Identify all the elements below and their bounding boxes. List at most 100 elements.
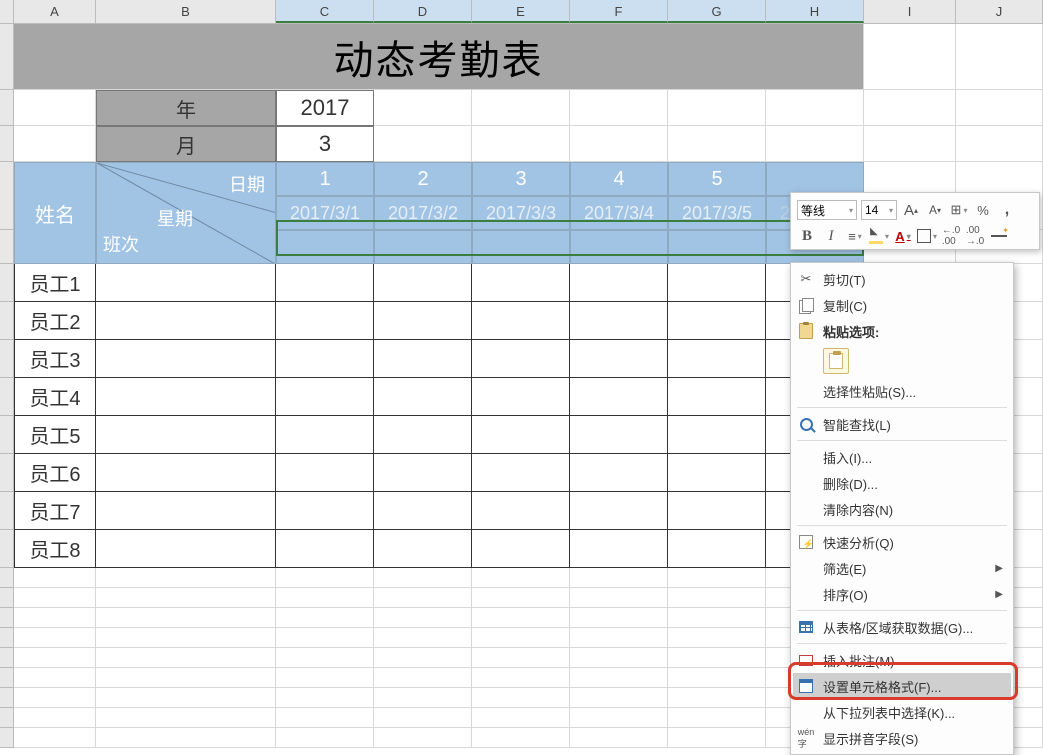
cell[interactable]	[374, 530, 472, 568]
col-header-D[interactable]: D	[374, 0, 472, 23]
col-header-J[interactable]: J	[956, 0, 1043, 23]
employee-name[interactable]: 员工5	[14, 416, 96, 454]
menu-cut[interactable]: 剪切(T)	[793, 266, 1011, 292]
cell[interactable]	[374, 608, 472, 628]
cell[interactable]	[14, 648, 96, 668]
cell[interactable]	[14, 628, 96, 648]
cell[interactable]	[96, 588, 276, 608]
decrease-decimal-button[interactable]: .00→.0	[965, 226, 985, 246]
cell[interactable]	[472, 708, 570, 728]
cell[interactable]	[472, 728, 570, 748]
cell[interactable]	[570, 608, 668, 628]
cell[interactable]	[472, 264, 570, 302]
menu-format-cells[interactable]: 设置单元格格式(F)...	[793, 673, 1011, 699]
border-button[interactable]: ▾	[917, 226, 937, 246]
weekday-cell[interactable]	[570, 230, 668, 264]
row-header[interactable]	[0, 708, 14, 728]
cell[interactable]	[374, 378, 472, 416]
cell[interactable]	[472, 126, 570, 162]
paste-option-button[interactable]	[823, 348, 849, 374]
employee-name[interactable]: 员工3	[14, 340, 96, 378]
col-header-B[interactable]: B	[96, 0, 276, 23]
cell[interactable]	[374, 90, 472, 126]
cell[interactable]	[472, 628, 570, 648]
cell[interactable]	[276, 340, 374, 378]
cell[interactable]	[570, 588, 668, 608]
cell[interactable]	[96, 648, 276, 668]
menu-insert[interactable]: 插入(I)...	[793, 444, 1011, 470]
year-label[interactable]: 年	[96, 90, 276, 126]
col-header-H[interactable]: H	[766, 0, 864, 23]
cell[interactable]	[96, 454, 276, 492]
menu-insert-comment[interactable]: 插入批注(M)	[793, 647, 1011, 673]
menu-copy[interactable]: 复制(C)	[793, 292, 1011, 318]
weekday-cell[interactable]	[374, 230, 472, 264]
cell[interactable]	[668, 90, 766, 126]
col-header-E[interactable]: E	[472, 0, 570, 23]
cell[interactable]	[766, 90, 864, 126]
cell[interactable]	[766, 126, 864, 162]
cell[interactable]	[472, 530, 570, 568]
col-header-A[interactable]: A	[14, 0, 96, 23]
row-header[interactable]	[0, 340, 14, 378]
cell[interactable]	[14, 126, 96, 162]
employee-name[interactable]: 员工8	[14, 530, 96, 568]
row-header[interactable]	[0, 608, 14, 628]
cell[interactable]	[668, 302, 766, 340]
cell[interactable]	[374, 126, 472, 162]
cell[interactable]	[472, 608, 570, 628]
cell[interactable]	[374, 688, 472, 708]
cell[interactable]	[570, 568, 668, 588]
cell[interactable]	[276, 416, 374, 454]
cell[interactable]	[374, 728, 472, 748]
cell[interactable]	[668, 530, 766, 568]
fill-color-button[interactable]: ▾	[869, 226, 889, 246]
cell[interactable]	[864, 24, 956, 90]
cell[interactable]	[374, 628, 472, 648]
cell[interactable]	[96, 708, 276, 728]
menu-quick-analysis[interactable]: 快速分析(Q)	[793, 529, 1011, 555]
cell[interactable]	[276, 454, 374, 492]
font-color-button[interactable]: A▾	[893, 226, 913, 246]
row-header[interactable]	[0, 648, 14, 668]
cell[interactable]	[14, 728, 96, 748]
increase-decimal-button[interactable]: ←.0.00	[941, 226, 961, 246]
cell[interactable]	[570, 416, 668, 454]
cell[interactable]	[276, 530, 374, 568]
cell[interactable]	[472, 668, 570, 688]
row-header[interactable]	[0, 454, 14, 492]
cell[interactable]	[956, 24, 1043, 90]
cell[interactable]	[374, 340, 472, 378]
bold-button[interactable]: B	[797, 226, 817, 246]
menu-get-data[interactable]: 从表格/区域获取数据(G)...	[793, 614, 1011, 640]
decrease-font-button[interactable]: A▾	[925, 200, 945, 220]
cell[interactable]	[668, 628, 766, 648]
cell[interactable]	[96, 492, 276, 530]
cell[interactable]	[276, 568, 374, 588]
row-header[interactable]	[0, 302, 14, 340]
cell[interactable]	[570, 90, 668, 126]
row-header[interactable]	[0, 668, 14, 688]
row-header[interactable]	[0, 688, 14, 708]
employee-name[interactable]: 员工1	[14, 264, 96, 302]
cell[interactable]	[570, 648, 668, 668]
cell[interactable]	[96, 628, 276, 648]
cell[interactable]	[96, 264, 276, 302]
cell[interactable]	[668, 668, 766, 688]
cell[interactable]	[570, 454, 668, 492]
cell[interactable]	[956, 126, 1043, 162]
date-cell[interactable]: 2017/3/3	[472, 196, 570, 230]
cell[interactable]	[276, 608, 374, 628]
row-header[interactable]	[0, 728, 14, 748]
cell[interactable]	[570, 530, 668, 568]
cell[interactable]	[14, 708, 96, 728]
cell[interactable]	[472, 340, 570, 378]
menu-delete[interactable]: 删除(D)...	[793, 470, 1011, 496]
date-cell[interactable]: 2017/3/2	[374, 196, 472, 230]
cell[interactable]	[472, 568, 570, 588]
row-header[interactable]	[0, 126, 14, 162]
cell[interactable]	[276, 628, 374, 648]
cell[interactable]	[668, 416, 766, 454]
cell[interactable]	[668, 708, 766, 728]
cell[interactable]	[668, 264, 766, 302]
